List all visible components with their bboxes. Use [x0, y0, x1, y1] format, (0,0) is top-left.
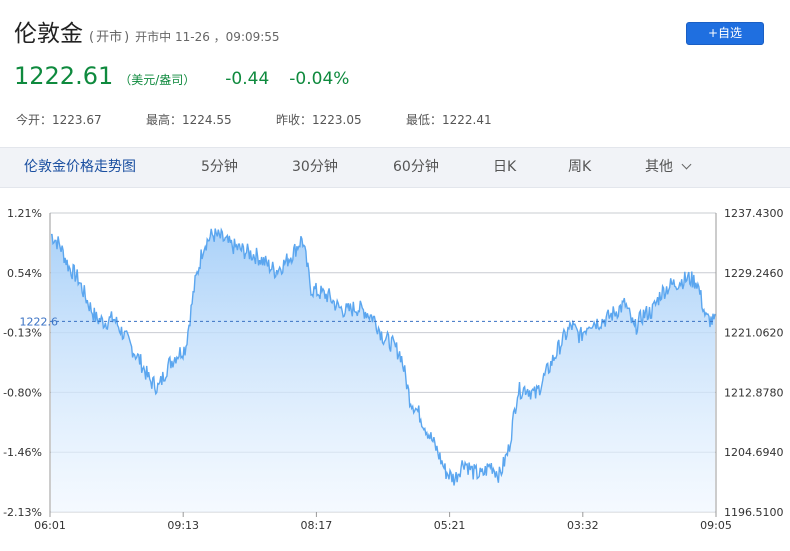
price-area-fill	[51, 228, 715, 512]
stat-low-label: 最低：	[406, 113, 443, 127]
y-tick-pct-label: -1.46%	[3, 446, 42, 459]
tab-30min[interactable]: 30分钟	[292, 148, 338, 187]
x-tick-label: 09:05	[700, 519, 732, 532]
x-tick-label: 06:01	[34, 519, 66, 532]
quote-header: 伦敦金 ( 开市 ) 开市中 11-26 ，09:09:55 +自选 1222.…	[0, 0, 790, 140]
y-tick-pct-label: -0.80%	[3, 386, 42, 399]
y-tick-price-label: 1229.2460	[724, 267, 784, 280]
stats-row: 今开：1223.67 最高：1224.55 昨收：1223.05 最低：1222…	[16, 111, 536, 128]
stat-open: 今开：1223.67	[16, 111, 146, 128]
x-tick-label: 03:32	[567, 519, 599, 532]
tab-price-trend[interactable]: 伦敦金价格走势图	[24, 148, 136, 187]
y-tick-pct-label: -0.13%	[3, 327, 42, 340]
chevron-down-icon	[681, 159, 692, 170]
stat-prev-close: 昨收：1223.05	[276, 111, 406, 128]
status-open-paren: (	[89, 30, 95, 45]
add-watchlist-button[interactable]: +自选	[686, 22, 764, 45]
stat-prev-close-value: 1223.05	[312, 113, 362, 127]
chart-tabs: 伦敦金价格走势图 5分钟 30分钟 60分钟 日K 周K 其他	[0, 147, 790, 188]
stat-prev-close-label: 昨收：	[276, 113, 313, 127]
instrument-title: 伦敦金	[14, 21, 83, 47]
title-row: 伦敦金 ( 开市 ) 开市中 11-26 ，09:09:55	[14, 14, 280, 48]
tab-60min[interactable]: 60分钟	[393, 148, 439, 187]
tab-more-label: 其他	[645, 159, 673, 175]
stat-low: 最低：1222.41	[406, 111, 536, 128]
current-price: 1222.61	[14, 62, 114, 90]
stat-open-value: 1223.67	[52, 113, 102, 127]
stat-high-value: 1224.55	[182, 113, 232, 127]
price-unit: （美元/盎司）	[119, 73, 196, 87]
market-time: 开市中 11-26 ，09:09:55	[135, 30, 280, 44]
market-status: 开市	[96, 30, 123, 45]
y-tick-price-label: 1196.5100	[724, 506, 784, 519]
stat-high-label: 最高：	[146, 113, 183, 127]
price-chart: 1.21% 1237.4300 0.54% 1229.2460 -0.13% 1221.0…	[3, 207, 784, 532]
tab-daily-k[interactable]: 日K	[493, 148, 516, 187]
y-tick-pct-label: -2.13%	[3, 506, 42, 519]
y-tick-pct-label: 0.54%	[7, 267, 42, 280]
tab-5min[interactable]: 5分钟	[201, 148, 238, 187]
y-tick-price-label: 1204.6940	[724, 446, 784, 459]
price-row: 1222.61 （美元/盎司） -0.44 -0.04%	[14, 62, 349, 90]
stat-low-value: 1222.41	[442, 113, 492, 127]
tab-more[interactable]: 其他	[645, 148, 692, 187]
y-tick-pct-label: 1.21%	[7, 207, 42, 220]
stat-high: 最高：1224.55	[146, 111, 276, 128]
y-tick-price-label: 1237.4300	[724, 207, 784, 220]
x-tick-label: 08:17	[301, 519, 333, 532]
y-tick-price-label: 1221.0620	[724, 327, 784, 340]
stat-open-label: 今开：	[16, 113, 53, 127]
x-tick-label: 05:21	[434, 519, 466, 532]
status-close-paren: )	[124, 30, 130, 45]
reference-value-label: 1222.6	[20, 315, 59, 328]
x-tick-label: 09:13	[167, 519, 199, 532]
tab-weekly-k[interactable]: 周K	[568, 148, 591, 187]
y-tick-price-label: 1212.8780	[724, 386, 784, 399]
price-change-percent: -0.04%	[289, 69, 350, 89]
price-change: -0.44	[225, 69, 270, 89]
